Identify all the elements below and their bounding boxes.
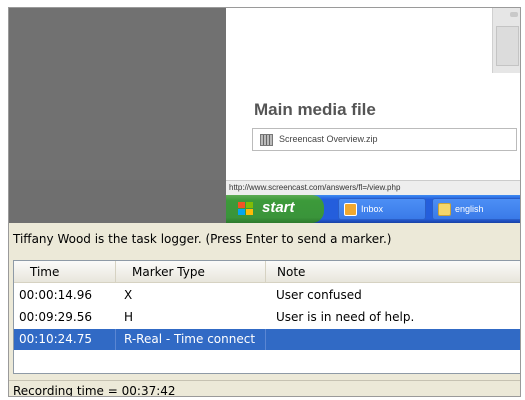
folder-icon [438,203,451,216]
column-header-note[interactable]: Note [266,261,520,283]
scroll-thumb[interactable] [496,26,519,66]
capture-preview: Main media file Screencast Overview.zip … [9,8,520,223]
windows-taskbar: start Inbox english [226,195,520,223]
media-file-field[interactable]: Screencast Overview.zip [252,128,517,151]
preview-blank-area [9,8,226,180]
table-row[interactable]: 00:09:29.56 H User is in need of help. [14,307,520,328]
cell-note: User confused [276,288,362,302]
taskbar-item-label: english [455,204,484,214]
media-file-title: Main media file [254,100,376,119]
recording-status: Recording time = 00:37:42 [9,380,520,396]
cell-time: 00:10:24.75 [14,329,116,350]
cell-note: User is in need of help. [276,310,415,324]
preview-web-page [226,8,520,180]
taskbar-item-inbox[interactable]: Inbox [338,198,426,220]
start-label: start [262,199,295,216]
browser-status-url: http://www.screencast.com/answers/fl=/vi… [226,180,520,195]
mail-icon [344,203,357,216]
table-row[interactable]: 00:00:14.96 X User confused [14,285,520,306]
table-header: Time Marker Type Note [14,261,520,283]
scroll-arrow-icon [510,12,518,17]
start-button[interactable]: start [226,195,324,223]
zip-file-icon [260,134,273,146]
taskbar-item-label: Inbox [361,204,384,214]
taskbar-item-english[interactable]: english [432,198,520,220]
cell-marker-type: H [124,310,134,324]
cell-marker-type: X [124,288,133,302]
cell-note [266,329,520,350]
cell-time: 00:09:29.56 [19,310,92,324]
windows-flag-icon [238,202,254,216]
logger-info-text: Tiffany Wood is the task logger. (Press … [9,223,520,260]
marker-table: Time Marker Type Note 00:00:14.96 X User… [13,260,520,374]
media-file-name: Screencast Overview.zip [279,134,378,144]
app-window: Main media file Screencast Overview.zip … [8,7,521,397]
preview-scrollbar[interactable] [492,8,520,73]
cell-marker-type: R-Real - Time connect [116,329,266,350]
column-header-time[interactable]: Time [14,261,116,283]
table-row-selected[interactable]: 00:10:24.75 R-Real - Time connect [14,329,520,350]
column-header-marker-type[interactable]: Marker Type [116,261,266,283]
cell-time: 00:00:14.96 [19,288,92,302]
